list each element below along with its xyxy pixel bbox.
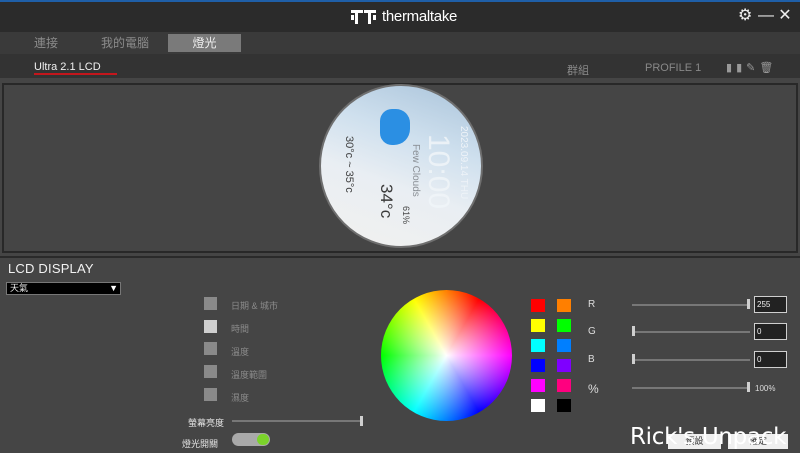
delete-icon[interactable]: 🗑 xyxy=(759,61,773,74)
brightness-percent-thumb[interactable] xyxy=(747,382,750,392)
blue-label: B xyxy=(588,354,595,365)
edit-icon[interactable]: ✎ xyxy=(746,61,755,74)
option-label-humidity: 濕度 xyxy=(231,393,250,403)
checkbox-date-city[interactable] xyxy=(204,297,217,310)
brightness-label: 螢幕亮度 xyxy=(188,418,225,428)
color-swatch-blue[interactable] xyxy=(531,359,545,372)
color-swatch-azure[interactable] xyxy=(557,339,571,352)
color-swatch-orange[interactable] xyxy=(557,299,571,312)
device-tab-underline xyxy=(34,73,117,75)
color-swatch-cyan[interactable] xyxy=(531,339,545,352)
checkbox-humidity[interactable] xyxy=(204,388,217,401)
lcd-condition: Few Clouds xyxy=(410,144,421,197)
tab-lighting[interactable]: 燈光 xyxy=(168,34,241,52)
lcd-preview-screen: 2023.09.14 THU 10:00 Few Clouds 30°c ~ 3… xyxy=(319,84,483,248)
green-slider[interactable] xyxy=(632,331,750,333)
gear-icon[interactable]: ⚙ xyxy=(738,7,752,25)
red-value-input[interactable]: 255 xyxy=(754,296,787,313)
color-swatch-red[interactable] xyxy=(531,299,545,312)
option-label-time: 時間 xyxy=(231,324,250,334)
color-swatch-black[interactable] xyxy=(557,399,571,412)
cloud-icon xyxy=(380,109,410,145)
title-bar: thermaltake ⚙ — ✕ xyxy=(0,0,800,32)
color-wheel[interactable] xyxy=(381,290,512,421)
red-label: R xyxy=(588,299,596,310)
blue-slider[interactable] xyxy=(632,359,750,361)
color-swatch-violet[interactable] xyxy=(557,359,571,372)
lcd-date: 2023.09.14 THU xyxy=(458,126,469,200)
green-value-input[interactable]: 0 xyxy=(754,323,787,340)
tab-connect[interactable]: 連接 xyxy=(24,34,68,52)
watermark: Rick's Unpack xyxy=(630,424,787,450)
group-label[interactable]: 群組 xyxy=(567,62,589,78)
title-accent-line xyxy=(0,0,800,2)
light-switch-label: 燈光開關 xyxy=(182,439,219,449)
brightness-percent-slider[interactable] xyxy=(632,387,750,389)
close-icon[interactable]: ✕ xyxy=(778,7,792,25)
lcd-temp-range: 30°c ~ 35°c xyxy=(343,136,355,193)
display-mode-value: 天氣 xyxy=(10,283,29,293)
lcd-display-title: LCD DISPLAY xyxy=(8,261,94,276)
brightness-slider-thumb[interactable] xyxy=(360,416,363,426)
brightness-slider[interactable] xyxy=(232,420,363,422)
checkbox-time[interactable] xyxy=(204,320,217,333)
brand-name: thermaltake xyxy=(382,8,458,25)
color-swatch-magenta[interactable] xyxy=(531,379,545,392)
color-swatch-yellow[interactable] xyxy=(531,319,545,332)
save-icon[interactable]: ▮ xyxy=(726,61,732,74)
device-bar: Ultra 2.1 LCD 群組 PROFILE 1 ▮ ▮ ✎ 🗑 xyxy=(0,54,800,78)
device-tab-ultra-lcd[interactable]: Ultra 2.1 LCD xyxy=(34,61,101,73)
main-tabs: 連接 我的電腦 燈光 xyxy=(0,32,800,54)
option-label-temperature: 溫度 xyxy=(231,347,250,357)
tt-logo-icon xyxy=(351,9,377,24)
profile-selector[interactable]: PROFILE 1 xyxy=(645,62,701,74)
color-swatch-white[interactable] xyxy=(531,399,545,412)
blue-value-input[interactable]: 0 xyxy=(754,351,787,368)
percent-label: % xyxy=(588,382,599,396)
checkbox-temperature[interactable] xyxy=(204,342,217,355)
option-label-temp-range: 溫度範圍 xyxy=(231,370,268,380)
blue-slider-thumb[interactable] xyxy=(632,354,635,364)
percent-value: 100% xyxy=(755,384,776,393)
red-slider[interactable] xyxy=(632,304,750,306)
light-switch-toggle[interactable] xyxy=(232,433,270,446)
minimize-icon[interactable]: — xyxy=(758,7,774,25)
color-swatch-green[interactable] xyxy=(557,319,571,332)
lcd-humidity: 61% xyxy=(401,206,411,225)
chevron-down-icon: ▼ xyxy=(109,283,118,293)
red-slider-thumb[interactable] xyxy=(747,299,750,309)
green-label: G xyxy=(588,326,596,337)
lcd-temperature: 34°c xyxy=(377,184,396,219)
color-swatch-pink[interactable] xyxy=(557,379,571,392)
lcd-time: 10:00 xyxy=(422,134,455,210)
green-slider-thumb[interactable] xyxy=(632,326,635,336)
toggle-knob xyxy=(257,434,269,445)
tab-my-computer[interactable]: 我的電腦 xyxy=(96,34,154,52)
thermaltake-logo: thermaltake xyxy=(351,8,457,25)
display-mode-select[interactable]: 天氣 ▼ xyxy=(6,282,121,295)
app-window: thermaltake ⚙ — ✕ 連接 我的電腦 燈光 Ultra 2.1 L… xyxy=(0,0,800,453)
copy-icon[interactable]: ▮ xyxy=(736,61,742,74)
option-label-date-city: 日期 & 城市 xyxy=(231,301,279,311)
checkbox-temp-range[interactable] xyxy=(204,365,217,378)
